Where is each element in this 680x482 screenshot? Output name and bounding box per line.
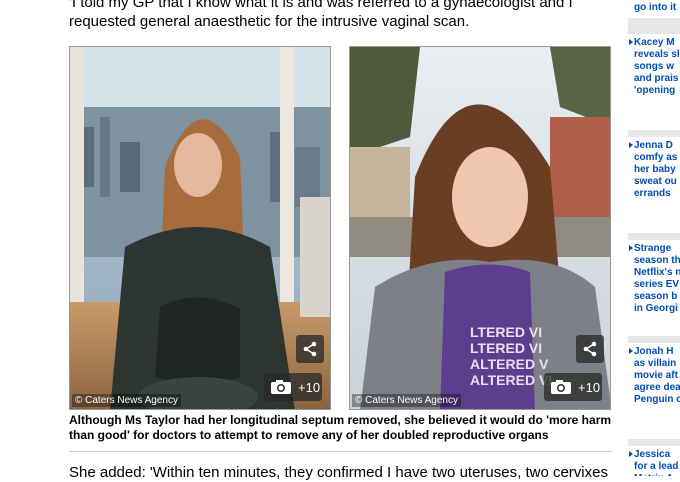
sidebar-related-articles: go into it Kacey M reveals sl songs w an… xyxy=(628,0,680,476)
arrow-icon xyxy=(629,39,633,45)
svg-text:ALTERED VI: ALTERED VI xyxy=(470,372,552,388)
arrow-icon xyxy=(629,245,633,251)
arrow-icon xyxy=(629,142,633,148)
gallery-button-left[interactable]: +10 xyxy=(264,373,322,401)
sidebar-item[interactable]: Jessica for a lead Matrix 4 xyxy=(628,446,680,476)
share-button-right[interactable] xyxy=(576,335,604,363)
photo-right-image: LTERED VI LTERED VI ALTERED V ALTERED VI xyxy=(350,47,610,409)
gallery-button-right[interactable]: +10 xyxy=(544,373,602,401)
sidebar-item[interactable]: Jenna D comfy as her baby sweat ou erran… xyxy=(628,137,680,233)
gallery-count: +10 xyxy=(578,379,601,395)
image-caption: Although Ms Taylor had her longitudinal … xyxy=(69,413,612,442)
sidebar-item[interactable]: go into it xyxy=(628,0,680,18)
article-paragraph-next: She added: 'Within ten minutes, they con… xyxy=(69,464,608,481)
arrow-icon xyxy=(629,348,633,354)
gallery-count: +10 xyxy=(298,379,321,395)
share-icon xyxy=(583,341,597,357)
sidebar-item-label[interactable]: Jenna D comfy as her baby sweat ou erran… xyxy=(634,140,680,200)
caption-divider xyxy=(69,451,612,452)
article-photo-left[interactable]: +10 © Caters News Agency xyxy=(69,46,331,410)
share-button-left[interactable] xyxy=(296,335,324,363)
photo-credit: © Caters News Agency xyxy=(72,394,181,407)
sidebar-item-label[interactable]: Kacey M reveals sl songs w and prais 'op… xyxy=(634,37,680,97)
camera-icon xyxy=(271,380,291,394)
sidebar-item-label[interactable]: go into it xyxy=(634,2,680,14)
sidebar-item-label[interactable]: Jessica for a lead Matrix 4 xyxy=(634,449,680,476)
svg-text:LTERED VI: LTERED VI xyxy=(470,324,542,340)
article-paragraph-top-line2: requested general anaesthetic for the in… xyxy=(69,13,470,30)
svg-text:LTERED VI: LTERED VI xyxy=(470,340,542,356)
photo-left-image xyxy=(70,47,330,409)
camera-icon xyxy=(551,380,571,394)
sidebar-item[interactable]: Kacey M reveals sl songs w and prais 'op… xyxy=(628,34,680,130)
svg-text:ALTERED V: ALTERED V xyxy=(470,356,549,372)
sidebar-item[interactable]: Strange season th Netflix's n series EV … xyxy=(628,240,680,336)
arrow-icon xyxy=(629,451,633,457)
photo-credit: © Caters News Agency xyxy=(352,394,461,407)
sidebar-item-label[interactable]: Jonah H as villain movie aft agree dea P… xyxy=(634,346,680,406)
sidebar-item-label[interactable]: Strange season th Netflix's n series EV … xyxy=(634,243,680,315)
article-photo-right[interactable]: LTERED VI LTERED VI ALTERED V ALTERED VI… xyxy=(349,46,611,410)
article-paragraph-top: 'I told my GP that I know what it is and… xyxy=(69,0,573,11)
share-icon xyxy=(303,341,317,357)
sidebar-item[interactable]: Jonah H as villain movie aft agree dea P… xyxy=(628,343,680,439)
